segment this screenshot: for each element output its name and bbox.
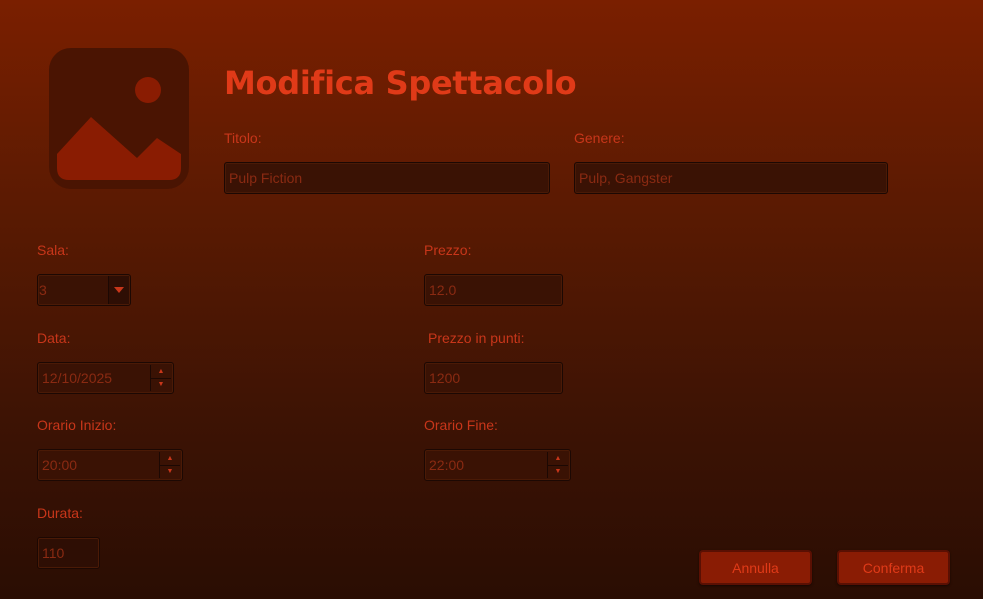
orario-inizio-field[interactable]: 20:00 ▲ ▼ [37, 449, 183, 481]
durata-field[interactable]: 110 [37, 537, 100, 569]
stepper-up-icon[interactable]: ▲ [548, 452, 568, 465]
orario-fine-value: 22:00 [429, 457, 465, 473]
prezzo-punti-label: Prezzo in punti: [428, 330, 525, 346]
prezzo-field[interactable]: 12.0 [424, 274, 563, 306]
genere-field[interactable]: Pulp, Gangster [574, 162, 888, 194]
stepper-down-icon[interactable]: ▼ [151, 377, 171, 392]
stepper-up-icon[interactable]: ▲ [160, 452, 180, 465]
orario-inizio-value: 20:00 [42, 457, 78, 473]
prezzo-punti-value: 1200 [429, 370, 461, 386]
chevron-down-icon[interactable] [108, 276, 129, 304]
durata-value: 110 [42, 545, 65, 561]
stepper-up-icon[interactable]: ▲ [151, 365, 171, 378]
sala-dropdown[interactable]: 3 [37, 274, 131, 306]
titolo-value: Pulp Fiction [229, 170, 303, 186]
conferma-button[interactable]: Conferma [837, 550, 950, 585]
durata-label: Durata: [37, 505, 83, 521]
orario-fine-stepper[interactable]: ▲ ▼ [547, 452, 568, 478]
stepper-down-icon[interactable]: ▼ [160, 464, 180, 479]
genere-label: Genere: [574, 130, 625, 146]
orario-fine-label: Orario Fine: [424, 417, 498, 433]
data-stepper[interactable]: ▲ ▼ [150, 365, 171, 391]
page-title: Modifica Spettacolo [224, 64, 577, 102]
orario-inizio-stepper[interactable]: ▲ ▼ [159, 452, 180, 478]
genere-value: Pulp, Gangster [579, 170, 673, 186]
data-field[interactable]: 12/10/2025 ▲ ▼ [37, 362, 174, 394]
annulla-button[interactable]: Annulla [699, 550, 812, 585]
stepper-down-icon[interactable]: ▼ [548, 464, 568, 479]
prezzo-punti-field[interactable]: 1200 [424, 362, 563, 394]
prezzo-value: 12.0 [429, 282, 457, 298]
sala-label: Sala: [37, 242, 69, 258]
orario-inizio-label: Orario Inizio: [37, 417, 117, 433]
titolo-field[interactable]: Pulp Fiction [224, 162, 550, 194]
image-placeholder-icon[interactable] [49, 48, 189, 189]
orario-fine-field[interactable]: 22:00 ▲ ▼ [424, 449, 571, 481]
titolo-label: Titolo: [224, 130, 262, 146]
data-value: 12/10/2025 [42, 370, 113, 386]
sala-value: 3 [39, 282, 47, 298]
prezzo-label: Prezzo: [424, 242, 472, 258]
data-label: Data: [37, 330, 71, 346]
